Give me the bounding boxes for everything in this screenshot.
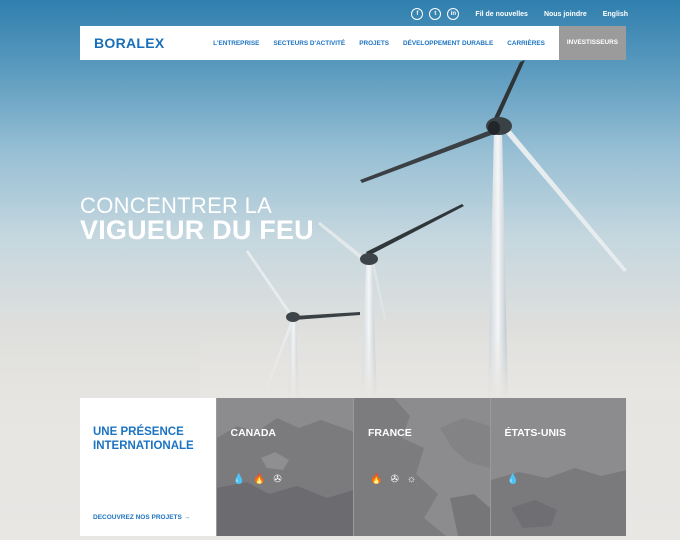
country-name-france: FRANCE bbox=[368, 427, 412, 439]
country-card-canada[interactable]: CANADA 💧 🔥 ✇ bbox=[215, 398, 353, 536]
nav-item-projets[interactable]: PROJETS bbox=[359, 40, 389, 47]
main-navigation: BORALEX L'ENTREPRISE SECTEURS D'ACTIVITÉ… bbox=[80, 26, 626, 60]
canada-map-graphic bbox=[216, 418, 353, 536]
linkedin-icon[interactable]: in bbox=[447, 8, 460, 20]
nav-menu: L'ENTREPRISE SECTEURS D'ACTIVITÉ PROJETS… bbox=[213, 26, 626, 60]
nav-item-investisseurs[interactable]: INVESTISSEURS bbox=[558, 26, 626, 60]
contact-link[interactable]: Nous joindre bbox=[544, 11, 587, 18]
nav-item-entreprise[interactable]: L'ENTREPRISE bbox=[213, 40, 259, 47]
france-energy-icons: 🔥 ✇ ☼ bbox=[370, 474, 416, 485]
hydro-icon: 💧 bbox=[506, 474, 519, 485]
wind-icon: ✇ bbox=[390, 474, 399, 485]
usa-map-graphic bbox=[490, 468, 626, 536]
thermal-icon: 🔥 bbox=[252, 474, 266, 485]
presence-title-line2: INTERNATIONALE bbox=[93, 440, 194, 452]
usa-energy-icons: 💧 bbox=[507, 474, 519, 485]
hero-headline-line2: VIGUEUR DU FEU bbox=[80, 215, 314, 245]
nav-item-developpement-durable[interactable]: DÉVELOPPEMENT DURABLE bbox=[403, 40, 493, 47]
twitter-icon[interactable]: t bbox=[429, 8, 442, 20]
presence-title: UNE PRÉSENCE INTERNATIONALE bbox=[93, 425, 194, 453]
country-card-etats-unis[interactable]: ÉTATS-UNIS 💧 bbox=[489, 398, 626, 536]
international-presence-panel: UNE PRÉSENCE INTERNATIONALE DECOUVREZ NO… bbox=[80, 398, 626, 536]
news-feed-link[interactable]: Fil de nouvelles bbox=[475, 11, 528, 18]
france-map-graphic bbox=[354, 398, 490, 536]
english-language-link[interactable]: English bbox=[603, 11, 628, 18]
presence-intro-card: UNE PRÉSENCE INTERNATIONALE DECOUVREZ NO… bbox=[80, 398, 216, 536]
thermal-icon: 🔥 bbox=[370, 474, 383, 485]
presence-title-line1: UNE PRÉSENCE bbox=[93, 426, 184, 438]
discover-projects-link[interactable]: DECOUVREZ NOS PROJETS → bbox=[93, 514, 190, 521]
country-card-france[interactable]: FRANCE 🔥 ✇ ☼ bbox=[353, 398, 490, 536]
country-name-canada: CANADA bbox=[230, 427, 277, 439]
nav-item-carrieres[interactable]: CARRIÈRES bbox=[507, 40, 545, 47]
country-name-etats-unis: ÉTATS-UNIS bbox=[504, 427, 566, 439]
facebook-icon[interactable]: f bbox=[411, 8, 424, 20]
wind-icon: ✇ bbox=[273, 474, 282, 485]
canada-energy-icons: 💧 🔥 ✇ bbox=[233, 474, 282, 485]
solar-icon: ☼ bbox=[406, 474, 417, 485]
nav-item-secteurs[interactable]: SECTEURS D'ACTIVITÉ bbox=[273, 40, 345, 47]
hydro-icon: 💧 bbox=[232, 474, 245, 485]
utility-bar: f t in Fil de nouvelles Nous joindre Eng… bbox=[411, 8, 628, 20]
boralex-logo[interactable]: BORALEX bbox=[94, 35, 165, 51]
